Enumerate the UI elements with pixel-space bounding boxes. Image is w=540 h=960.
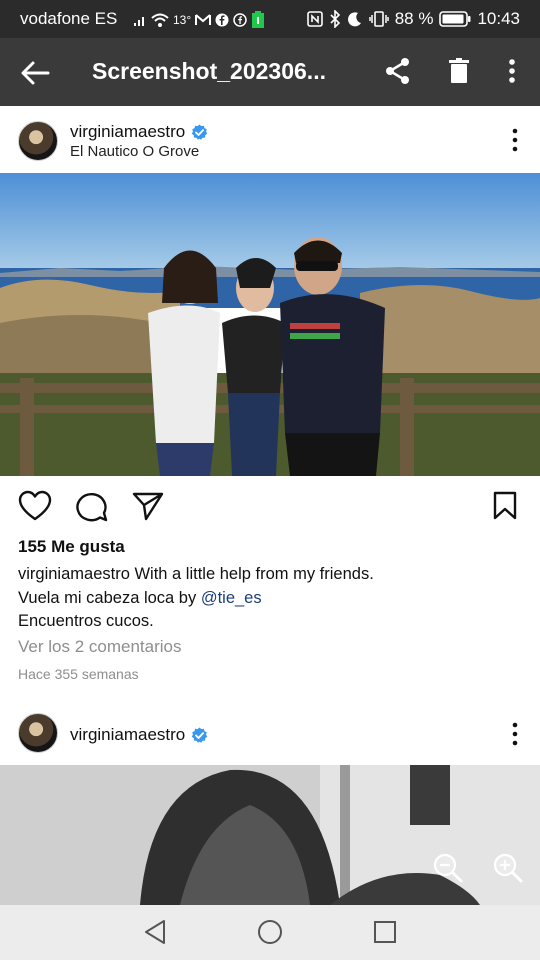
nav-recents-icon[interactable] (372, 919, 398, 945)
status-bar: vodafone ES 13° 88 % 10:43 (0, 0, 540, 38)
nfc-icon (306, 11, 323, 27)
app-bar: Screenshot_202306... (0, 38, 540, 106)
gmail-icon (195, 14, 212, 25)
caption-text-2: Vuela mi cabeza loca by (18, 588, 201, 607)
post-actions (0, 488, 540, 528)
trash-icon[interactable] (444, 56, 474, 86)
more-vert-icon[interactable] (512, 128, 518, 152)
photo-illustration (0, 765, 540, 905)
post-username[interactable]: virginiamaestro (70, 725, 208, 745)
post-caption: virginiamaestro With a little help from … (18, 563, 523, 634)
caption-text-3: Encuentros cucos. (18, 612, 154, 630)
send-icon[interactable] (132, 491, 164, 521)
post-header: virginiamaestro El Nautico O Grove (0, 108, 540, 172)
username-text[interactable]: virginiamaestro (70, 725, 185, 745)
battery-icon (439, 11, 471, 27)
zoom-out-icon[interactable] (432, 852, 464, 884)
bluetooth-icon (330, 10, 340, 28)
bookmark-icon[interactable] (492, 491, 518, 521)
wifi-icon (151, 13, 169, 27)
status-icons-left: 13° (133, 11, 265, 29)
post-timestamp: Hace 355 semanas (18, 666, 139, 682)
post-username[interactable]: virginiamaestro (70, 122, 208, 142)
heart-icon[interactable] (18, 490, 52, 522)
battery-saver-icon (252, 11, 265, 28)
facebook-icon (215, 13, 229, 27)
vibrate-icon (368, 11, 389, 27)
avatar[interactable] (18, 121, 58, 161)
more-vert-icon[interactable] (512, 722, 518, 746)
share-icon[interactable] (383, 56, 413, 86)
nav-home-icon[interactable] (257, 919, 283, 945)
arrow-left-icon[interactable] (18, 56, 52, 90)
battery-percent: 88 % (394, 9, 434, 28)
status-icons-right: 88 % 10:43 (306, 9, 520, 29)
photo-illustration (0, 173, 540, 476)
temperature-label: 13° (173, 13, 192, 27)
verified-badge-icon (192, 726, 208, 743)
screen-title: Screenshot_202306... (92, 58, 326, 84)
more-vert-icon[interactable] (497, 56, 527, 86)
avatar[interactable] (18, 713, 58, 753)
likes-count[interactable]: 155 Me gusta (18, 537, 125, 557)
caption-text-1: With a little help from my friends. (129, 565, 374, 583)
signal-icon (134, 17, 144, 26)
post-photo[interactable] (0, 765, 540, 905)
moon-icon (347, 12, 361, 27)
zoom-in-icon[interactable] (492, 852, 524, 884)
verified-badge-icon (192, 123, 208, 140)
post-photo[interactable] (0, 173, 540, 476)
clock: 10:43 (477, 9, 520, 28)
nav-back-icon[interactable] (142, 919, 168, 945)
post-location[interactable]: El Nautico O Grove (70, 143, 199, 160)
caption-mention[interactable]: @tie_es (201, 589, 262, 607)
view-comments-link[interactable]: Ver los 2 comentarios (18, 637, 181, 657)
system-nav-bar (0, 905, 540, 960)
facebook-outline-icon (233, 13, 247, 27)
post-header: virginiamaestro (0, 700, 540, 764)
carrier-label: vodafone ES (20, 9, 118, 28)
caption-username[interactable]: virginiamaestro (18, 565, 130, 583)
comment-bubble-icon[interactable] (75, 490, 109, 522)
username-text[interactable]: virginiamaestro (70, 122, 185, 142)
